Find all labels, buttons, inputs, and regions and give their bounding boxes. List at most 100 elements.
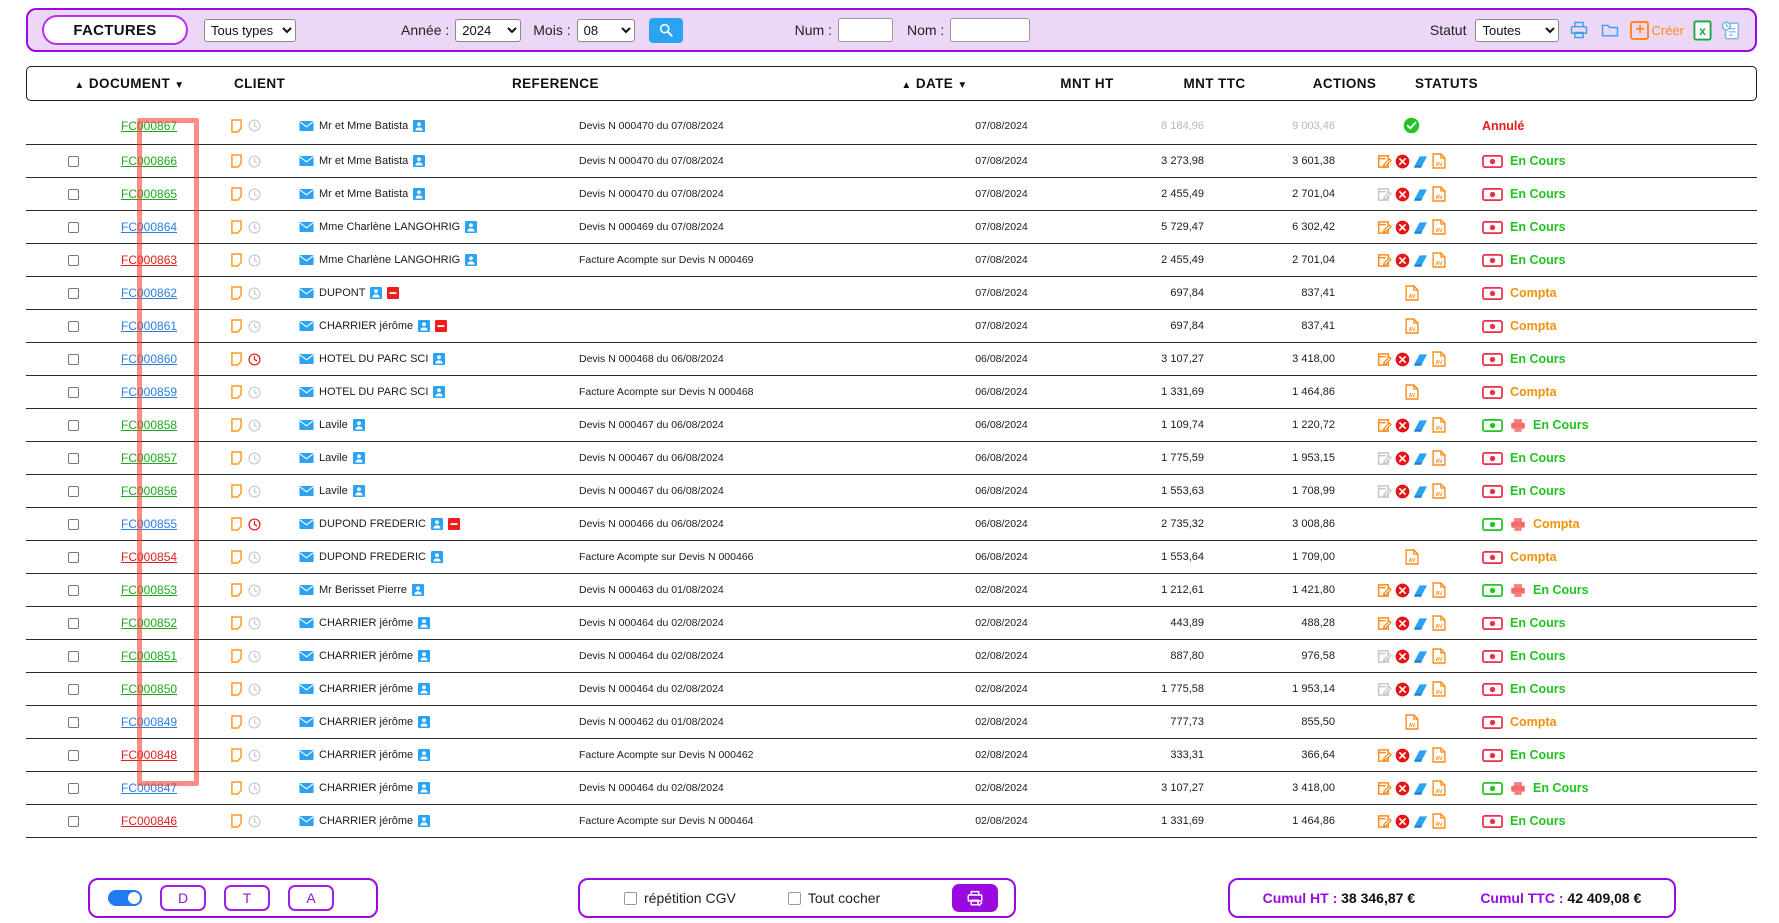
contact-icon[interactable] [418, 716, 431, 728]
payment-status-icon[interactable] [1482, 517, 1503, 531]
edit-icon[interactable] [1377, 451, 1392, 466]
row-checkbox[interactable] [68, 221, 79, 233]
avoir-pdf-icon[interactable]: AV [1404, 384, 1419, 400]
edit-icon[interactable] [1377, 418, 1392, 433]
avoir-pdf-icon[interactable]: AV [1432, 681, 1446, 697]
clock-icon[interactable] [248, 154, 261, 168]
document-link[interactable]: FC000851 [121, 649, 177, 663]
delete-icon[interactable] [1395, 814, 1410, 829]
delete-icon[interactable] [1395, 418, 1410, 433]
folder-icon[interactable] [1599, 20, 1621, 40]
row-checkbox[interactable] [68, 518, 79, 530]
checkbox-box[interactable] [624, 891, 637, 905]
ledger-icon[interactable] [1413, 352, 1429, 367]
contact-icon[interactable] [418, 782, 431, 794]
email-icon[interactable] [299, 353, 314, 365]
email-icon[interactable] [299, 254, 314, 266]
note-flag-icon[interactable] [231, 187, 242, 201]
clock-icon[interactable] [248, 649, 261, 663]
header-document[interactable]: ▲ DOCUMENT ▼ [27, 76, 232, 91]
email-icon[interactable] [299, 120, 314, 132]
email-icon[interactable] [299, 419, 314, 431]
note-flag-icon[interactable] [231, 550, 242, 564]
clock-icon[interactable] [248, 220, 261, 234]
clipboard-history-icon[interactable] [1721, 20, 1741, 41]
ledger-icon[interactable] [1413, 649, 1429, 664]
sort-desc-icon-date[interactable]: ▼ [957, 80, 967, 91]
contact-icon[interactable] [430, 551, 443, 563]
avoir-pdf-icon[interactable]: AV [1404, 285, 1419, 301]
validated-icon[interactable] [1403, 117, 1420, 134]
document-link[interactable]: FC000859 [121, 385, 177, 399]
document-link[interactable]: FC000865 [121, 187, 177, 201]
email-icon[interactable] [299, 155, 314, 167]
avoir-pdf-icon[interactable]: AV [1432, 582, 1446, 598]
delete-icon[interactable] [1395, 220, 1410, 235]
contact-icon[interactable] [433, 353, 446, 365]
email-icon[interactable] [299, 518, 314, 530]
ledger-icon[interactable] [1413, 451, 1429, 466]
nom-input[interactable] [950, 18, 1031, 42]
ledger-icon[interactable] [1413, 781, 1429, 796]
avoir-pdf-icon[interactable]: AV [1404, 318, 1419, 334]
type-filter-select[interactable]: Tous types [204, 18, 296, 42]
clock-icon[interactable] [248, 748, 261, 762]
document-link[interactable]: FC000857 [121, 451, 177, 465]
email-icon[interactable] [299, 188, 314, 200]
payment-status-icon[interactable] [1482, 352, 1503, 366]
creer-button[interactable]: + Créer [1630, 20, 1684, 40]
clock-icon[interactable] [248, 814, 261, 828]
row-checkbox[interactable] [68, 287, 79, 299]
note-flag-icon[interactable] [231, 781, 242, 795]
contact-icon[interactable] [418, 749, 431, 761]
contact-icon[interactable] [418, 650, 431, 662]
printed-icon[interactable] [1510, 781, 1526, 796]
payment-status-icon[interactable] [1482, 385, 1503, 399]
mois-select[interactable]: 08 [576, 18, 635, 42]
clock-icon[interactable] [248, 616, 261, 630]
avoir-pdf-icon[interactable]: AV [1432, 780, 1446, 796]
payment-status-icon[interactable] [1482, 253, 1503, 267]
search-button[interactable] [648, 17, 683, 43]
document-link[interactable]: FC000849 [121, 715, 177, 729]
note-flag-icon[interactable] [231, 748, 242, 762]
payment-status-icon[interactable] [1482, 649, 1503, 663]
avoir-pdf-icon[interactable]: AV [1432, 813, 1446, 829]
row-checkbox[interactable] [68, 782, 79, 794]
email-icon[interactable] [299, 749, 314, 761]
excel-export-icon[interactable]: x [1693, 20, 1712, 41]
note-flag-icon[interactable] [231, 682, 242, 696]
edit-icon[interactable] [1377, 253, 1392, 268]
payment-status-icon[interactable] [1482, 451, 1503, 465]
header-date[interactable]: ▲ DATE ▼ [842, 76, 1027, 91]
edit-icon[interactable] [1377, 220, 1392, 235]
email-icon[interactable] [299, 221, 314, 233]
contact-icon[interactable] [465, 254, 478, 266]
payment-status-icon[interactable] [1482, 682, 1503, 696]
clock-icon[interactable] [248, 484, 261, 498]
contact-icon[interactable] [370, 287, 383, 299]
payment-status-icon[interactable] [1482, 187, 1503, 201]
clock-icon[interactable] [248, 451, 261, 465]
minus-badge-icon[interactable] [447, 518, 460, 530]
row-checkbox[interactable] [68, 452, 79, 464]
email-icon[interactable] [299, 584, 314, 596]
print-selection-button[interactable] [952, 884, 998, 912]
contact-icon[interactable] [413, 119, 426, 132]
avoir-pdf-icon[interactable]: AV [1432, 450, 1446, 466]
document-link[interactable]: FC000863 [121, 253, 177, 267]
edit-icon[interactable] [1377, 484, 1392, 499]
email-icon[interactable] [299, 716, 314, 728]
edit-icon[interactable] [1377, 154, 1392, 169]
row-checkbox[interactable] [68, 815, 79, 827]
avoir-pdf-icon[interactable]: AV [1432, 219, 1446, 235]
edit-icon[interactable] [1377, 616, 1392, 631]
document-link[interactable]: FC000867 [121, 119, 177, 133]
note-flag-icon[interactable] [231, 517, 242, 531]
ledger-icon[interactable] [1413, 187, 1429, 202]
row-checkbox[interactable] [68, 353, 79, 365]
edit-icon[interactable] [1377, 187, 1392, 202]
minus-badge-icon[interactable] [387, 287, 400, 299]
document-link[interactable]: FC000861 [121, 319, 177, 333]
delete-icon[interactable] [1395, 352, 1410, 367]
